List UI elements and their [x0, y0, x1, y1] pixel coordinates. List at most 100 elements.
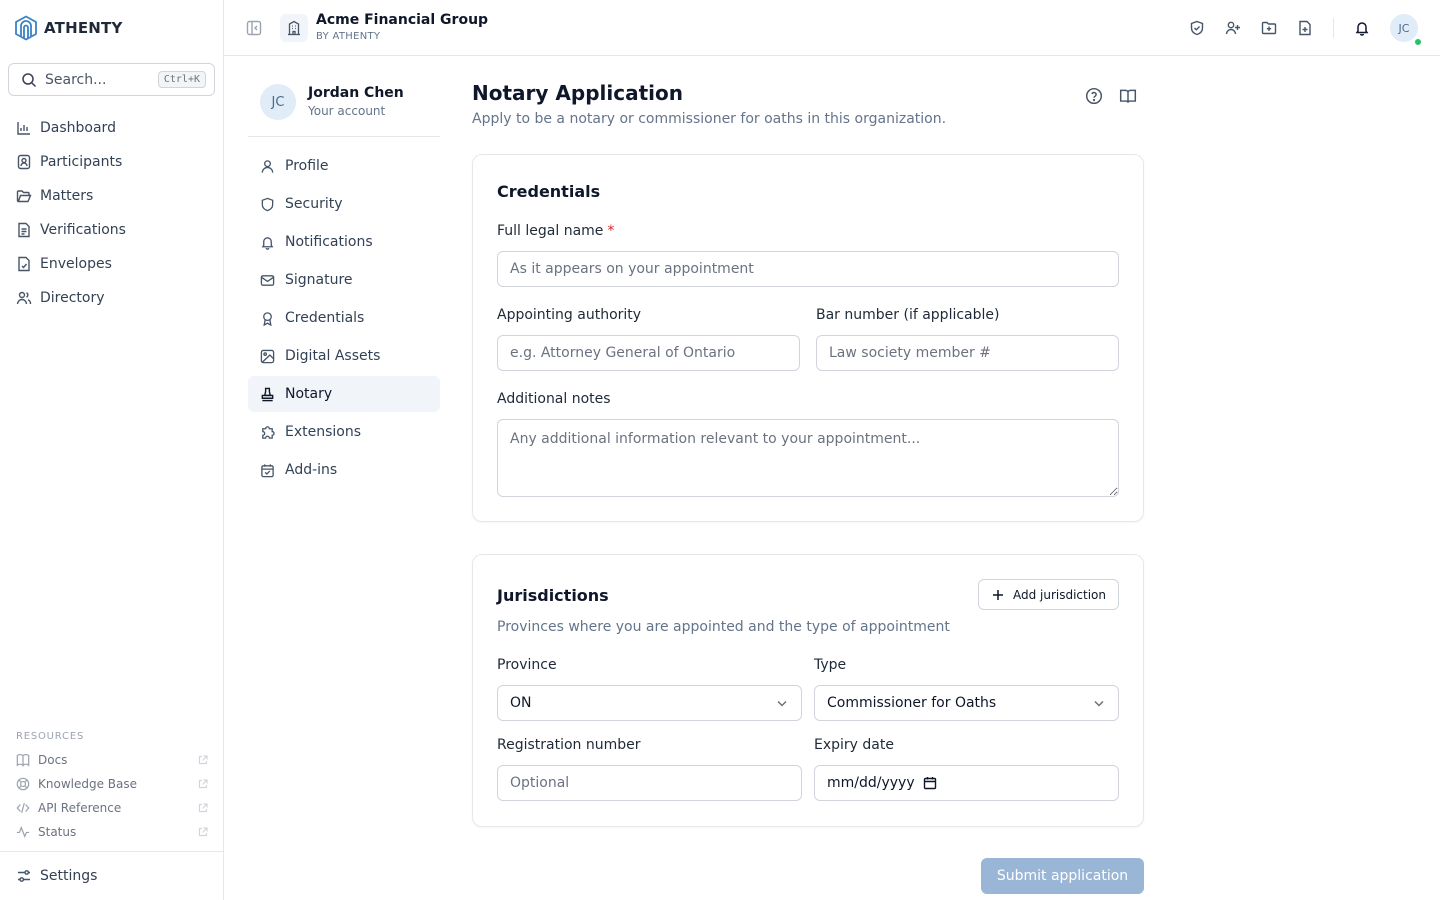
required-marker: *	[607, 223, 615, 239]
bell-icon[interactable]	[1348, 14, 1376, 42]
full-name-input[interactable]	[497, 251, 1119, 287]
file-plus-icon[interactable]	[1291, 14, 1319, 42]
athenty-logo-icon	[14, 15, 38, 41]
external-link-icon	[198, 779, 208, 789]
search-placeholder: Search...	[45, 71, 107, 88]
org-subtitle: BY ATHENTY	[316, 31, 381, 42]
province-select[interactable]: ON	[497, 685, 802, 721]
nav-label: Dashboard	[40, 120, 116, 136]
settings-item-add-ins[interactable]: Add-ins	[248, 452, 440, 488]
resource-knowledge-base[interactable]: Knowledge Base	[16, 772, 208, 796]
chevron-down-icon	[775, 696, 789, 710]
search-icon	[21, 72, 37, 88]
nav-item-verifications[interactable]: Verifications	[8, 213, 215, 247]
type-select[interactable]: Commissioner for Oaths	[814, 685, 1119, 721]
account-subtitle: Your account	[308, 104, 386, 118]
help-circle-icon[interactable]	[1082, 84, 1106, 108]
nav-item-participants[interactable]: Participants	[8, 145, 215, 179]
registration-number-label: Registration number	[497, 737, 641, 753]
page-title: Notary Application	[472, 81, 683, 105]
nav-label: Verifications	[40, 222, 126, 238]
settings-nav: Profile Security Notifications Signature…	[248, 148, 440, 490]
settings-item-signature[interactable]: Signature	[248, 262, 440, 298]
award-icon	[260, 311, 275, 326]
sidebar-toggle-icon[interactable]	[244, 18, 264, 38]
expiry-date-input[interactable]: mm/dd/yyyy	[814, 765, 1119, 801]
add-user-icon[interactable]	[1219, 14, 1247, 42]
image-icon	[260, 349, 275, 364]
brand-name: ATHENTY	[44, 19, 123, 37]
settings-item-extensions[interactable]: Extensions	[248, 414, 440, 450]
resource-api-reference[interactable]: API Reference	[16, 796, 208, 820]
settings-item-digital-assets[interactable]: Digital Assets	[248, 338, 440, 374]
sidebar: ATHENTY Search... Ctrl+K Dashboard Parti…	[0, 0, 224, 900]
dashboard-icon	[16, 120, 32, 136]
expiry-date-label: Expiry date	[814, 737, 894, 753]
puzzle-icon	[260, 425, 275, 440]
resource-docs[interactable]: Docs	[16, 748, 208, 772]
appointing-authority-input[interactable]	[497, 335, 800, 371]
additional-notes-textarea[interactable]	[497, 419, 1119, 497]
nav-item-directory[interactable]: Directory	[8, 281, 215, 315]
nav-label: Participants	[40, 154, 123, 170]
mail-icon	[260, 273, 275, 288]
book-open-icon[interactable]	[1116, 84, 1140, 108]
bar-number-input[interactable]	[816, 335, 1119, 371]
search-shortcut: Ctrl+K	[157, 71, 206, 88]
lifebuoy-icon	[16, 777, 30, 791]
stamp-icon	[260, 387, 275, 402]
additional-notes-label: Additional notes	[497, 391, 611, 407]
account-summary: JC Jordan Chen Your account	[248, 76, 440, 137]
org-name[interactable]: Acme Financial Group	[316, 12, 488, 28]
settings-label: Settings	[40, 868, 98, 884]
nav-item-matters[interactable]: Matters	[8, 179, 215, 213]
book-icon	[16, 753, 30, 767]
plus-icon	[991, 588, 1005, 602]
settings-item-profile[interactable]: Profile	[248, 148, 440, 184]
page-description: Apply to be a notary or commissioner for…	[472, 111, 947, 127]
registration-number-input[interactable]	[497, 765, 802, 801]
resources-title: RESOURCES	[16, 731, 85, 742]
main-nav: Dashboard Participants Matters Verificat…	[8, 111, 215, 315]
user-avatar[interactable]: JC	[1390, 14, 1422, 46]
nav-label: Envelopes	[40, 256, 112, 272]
shield-check-icon[interactable]	[1183, 14, 1211, 42]
nav-label: Matters	[40, 188, 94, 204]
directory-icon	[16, 290, 32, 306]
full-name-label: Full legal name *	[497, 223, 615, 239]
resource-status[interactable]: Status	[16, 820, 208, 844]
activity-icon	[16, 825, 30, 839]
shield-icon	[260, 197, 275, 212]
header-actions: JC	[1175, 14, 1422, 46]
envelope-icon	[16, 256, 32, 272]
settings-item-notifications[interactable]: Notifications	[248, 224, 440, 260]
user-icon	[260, 159, 275, 174]
avatar-initials: JC	[1398, 21, 1410, 35]
settings-item-credentials[interactable]: Credentials	[248, 300, 440, 336]
brand-logo[interactable]: ATHENTY	[14, 14, 123, 42]
resources-section: RESOURCES Docs Knowledge Base API Refere…	[16, 731, 208, 844]
nav-item-dashboard[interactable]: Dashboard	[8, 111, 215, 145]
top-header: Acme Financial Group BY ATHENTY JC	[224, 0, 1440, 56]
type-value: Commissioner for Oaths	[827, 695, 997, 711]
submit-application-button[interactable]: Submit application	[981, 858, 1144, 894]
folder-icon	[16, 188, 32, 204]
code-icon	[16, 801, 30, 815]
settings-item-notary[interactable]: Notary	[248, 376, 440, 412]
add-jurisdiction-button[interactable]: Add jurisdiction	[977, 579, 1119, 610]
expiry-date-value: mm/dd/yyyy	[827, 775, 915, 791]
calendar-icon[interactable]	[923, 776, 937, 790]
sidebar-settings-link[interactable]: Settings	[0, 851, 223, 900]
appointing-authority-label: Appointing authority	[497, 307, 642, 323]
folder-plus-icon[interactable]	[1255, 14, 1283, 42]
bar-number-label: Bar number (if applicable)	[816, 307, 1000, 323]
search-input[interactable]: Search... Ctrl+K	[8, 63, 215, 96]
nav-item-envelopes[interactable]: Envelopes	[8, 247, 215, 281]
chevron-down-icon	[1092, 696, 1106, 710]
sliders-icon	[16, 868, 32, 884]
settings-item-security[interactable]: Security	[248, 186, 440, 222]
credentials-title: Credentials	[497, 182, 601, 201]
province-label: Province	[497, 657, 557, 673]
jurisdictions-card: Jurisdictions Add jurisdiction Provinces…	[472, 554, 1144, 827]
calendar-check-icon	[260, 463, 275, 478]
